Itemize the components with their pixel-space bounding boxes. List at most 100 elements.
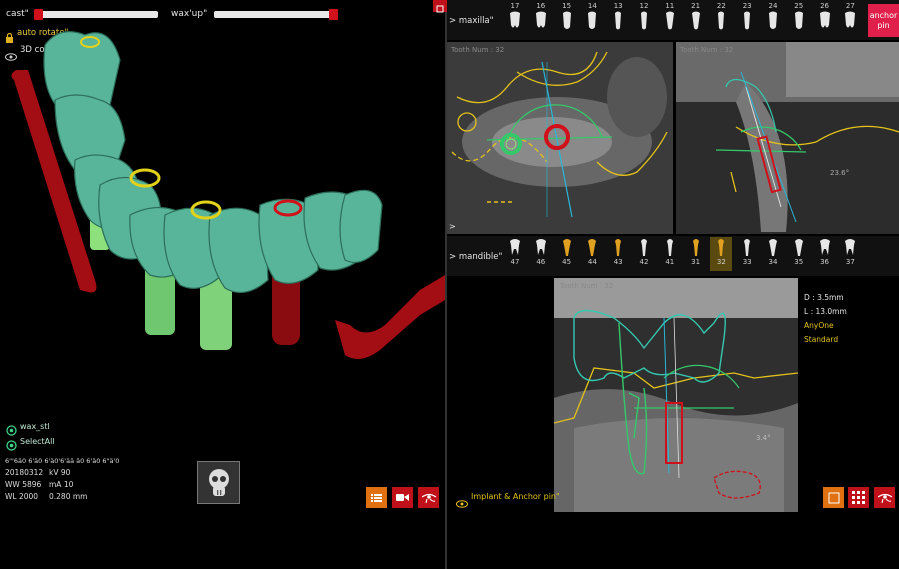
tooth-icon	[535, 11, 546, 28]
eye-of-horus-icon	[877, 493, 892, 503]
wax-stl-toggle-icon[interactable]	[6, 421, 17, 436]
tooth-icon	[794, 11, 803, 29]
square-icon	[828, 492, 839, 503]
view-button[interactable]	[418, 487, 439, 508]
grid-icon	[852, 491, 865, 504]
tooth-icon	[665, 11, 674, 30]
tooth-43[interactable]: 43	[607, 237, 629, 271]
tooth-icon	[744, 11, 751, 30]
red-pin-right	[335, 275, 445, 359]
angle-panoramic: 3.4°	[756, 434, 771, 442]
export-icon	[436, 5, 444, 13]
tooth-icon	[768, 239, 777, 256]
select-all-toggle-icon[interactable]	[6, 436, 17, 451]
ct-panoramic-image	[554, 278, 798, 512]
left-3d-view[interactable]: cast" wax'up" auto rotate" 3D co wax_stl…	[0, 0, 445, 569]
skull-view-button[interactable]	[197, 461, 240, 504]
dental-3d-model[interactable]	[0, 20, 445, 365]
tooth-14[interactable]: 14	[581, 1, 603, 35]
cast-slider-knob[interactable]	[34, 9, 43, 20]
tooth-icon	[794, 239, 803, 256]
tooth-34[interactable]: 34	[762, 237, 784, 271]
tooth-21[interactable]: 21	[685, 1, 707, 35]
tooth-45[interactable]: 45	[556, 237, 578, 271]
tooth-11[interactable]: 11	[659, 1, 681, 35]
waxup-slider-knob[interactable]	[329, 9, 338, 20]
ct-panoramic-view[interactable]: Tooth Num : 32 3.4°	[554, 278, 798, 512]
angle-cross: 23.6°	[830, 169, 850, 177]
tooth-icon	[510, 11, 520, 28]
implant-length: L : 13.0mm	[804, 307, 847, 316]
patient-code: 6'"6ä0 6'ä0 6'ä0'6'ää ä0 6'ä0 6"ä'0	[5, 457, 120, 465]
tooth-13[interactable]: 13	[607, 1, 629, 35]
grid-button[interactable]	[848, 487, 869, 508]
tooth-42[interactable]: 42	[633, 237, 655, 271]
tooth-icon	[510, 239, 520, 255]
tooth-41[interactable]: 41	[659, 237, 681, 271]
tooth-icon	[615, 239, 622, 256]
tooth-33[interactable]: 33	[736, 237, 758, 271]
tooth-icon	[562, 11, 571, 29]
tooth-icon	[535, 239, 546, 255]
tooth-icon	[588, 239, 597, 256]
tooth-37[interactable]: 37	[839, 237, 861, 271]
tooth-24[interactable]: 24	[762, 1, 784, 35]
tooth-23[interactable]: 23	[736, 1, 758, 35]
anchor-pin-button[interactable]: anchor pin	[868, 4, 899, 37]
scan-info: 20180312 kV 90 WW 5896 mA 10 WL 2000 0.280 …	[5, 468, 88, 501]
tooth-32-selected[interactable]: 32	[710, 237, 733, 271]
wax-stl-label[interactable]: wax_stl	[20, 422, 50, 431]
tooth-icon	[819, 11, 830, 28]
maxilla-label[interactable]: > maxilla"	[449, 16, 494, 26]
tooth-31[interactable]: 31	[685, 237, 707, 271]
implant-type: Standard	[804, 335, 839, 344]
tooth-46[interactable]: 46	[530, 237, 552, 271]
export-icon-button[interactable]	[433, 0, 447, 13]
tooth-16[interactable]: 16	[530, 1, 552, 35]
ct-cross-section-view[interactable]: Tooth Num : 32 23.6°	[676, 42, 899, 234]
tooth-12[interactable]: 12	[633, 1, 655, 35]
tooth-44[interactable]: 44	[581, 237, 603, 271]
cast-label: cast"	[6, 9, 29, 19]
tooth-icon	[845, 239, 856, 255]
implant-anchor-label[interactable]: Implant & Anchor pin"	[471, 492, 560, 501]
implant-brand: AnyOne	[804, 321, 834, 330]
tooth-15[interactable]: 15	[556, 1, 578, 35]
tooth-icon	[845, 11, 856, 28]
mandible-label[interactable]: > mandible"	[449, 252, 502, 262]
tooth-26[interactable]: 26	[814, 1, 836, 35]
axial-expand-arrow[interactable]: >	[449, 222, 456, 231]
select-all-label[interactable]: SelectAll	[20, 437, 55, 446]
ct-cross-image	[676, 42, 899, 234]
right-ct-area: > maxilla" 17 16 15 14 13 12 11 21 22 23…	[433, 0, 899, 569]
tooth-num-axial: Tooth Num : 32	[451, 46, 505, 54]
tooth-22[interactable]: 22	[710, 1, 732, 35]
tooth-icon	[744, 239, 751, 256]
view-button-right[interactable]	[874, 487, 895, 508]
skull-icon	[208, 468, 229, 496]
tooth-icon	[615, 11, 622, 30]
tooth-47[interactable]: 47	[504, 237, 526, 271]
tooth-icon	[640, 239, 647, 256]
tooth-27[interactable]: 27	[839, 1, 861, 35]
list-icon	[371, 493, 382, 502]
tooth-icon	[819, 239, 830, 255]
tooth-36[interactable]: 36	[814, 237, 836, 271]
mandible-teeth: 47 46 45 44 43 42 41 31 32 33 34 35 36 3…	[504, 237, 861, 271]
cast-slider[interactable]	[34, 9, 158, 20]
implant-diameter: D : 3.5mm	[804, 293, 844, 302]
maxilla-teeth: 17 16 15 14 13 12 11 21 22 23 24 25 26 2…	[504, 1, 861, 35]
waxup-slider[interactable]	[214, 9, 338, 20]
eye-of-horus-icon	[421, 493, 436, 503]
tooth-icon	[666, 239, 673, 256]
tooth-35[interactable]: 35	[788, 237, 810, 271]
tooth-25[interactable]: 25	[788, 1, 810, 35]
tooth-17[interactable]: 17	[504, 1, 526, 35]
implant-anchor-eye-icon[interactable]	[456, 493, 468, 508]
video-button[interactable]	[392, 487, 413, 508]
tooth-icon	[692, 239, 699, 256]
ct-axial-view[interactable]: Tooth Num : 32 >	[447, 42, 673, 234]
tooth-icon	[718, 11, 725, 30]
panel-layout-button[interactable]	[823, 487, 844, 508]
list-button[interactable]	[366, 487, 387, 508]
